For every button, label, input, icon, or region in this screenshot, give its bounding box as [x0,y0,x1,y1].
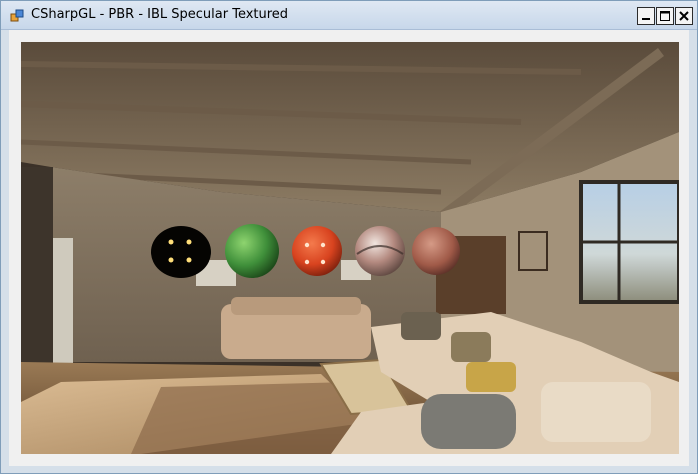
app-window: CSharpGL - PBR - IBL Specular Textured [0,0,698,474]
client-area [9,30,689,466]
sphere-dark [151,226,211,278]
minimize-icon [642,18,650,20]
sphere-grass [225,224,279,278]
maximize-button[interactable] [656,7,674,25]
minimize-button[interactable] [637,7,655,25]
maximize-icon [660,11,670,21]
title-bar[interactable]: CSharpGL - PBR - IBL Specular Textured [1,1,697,30]
render-viewport[interactable] [21,42,679,454]
sphere-orange [292,226,342,276]
close-button[interactable] [675,7,693,25]
window-title: CSharpGL - PBR - IBL Specular Textured [31,7,289,22]
close-icon [679,11,689,21]
app-icon [10,9,24,22]
sphere-rust [412,227,460,275]
scene-render [21,42,679,454]
